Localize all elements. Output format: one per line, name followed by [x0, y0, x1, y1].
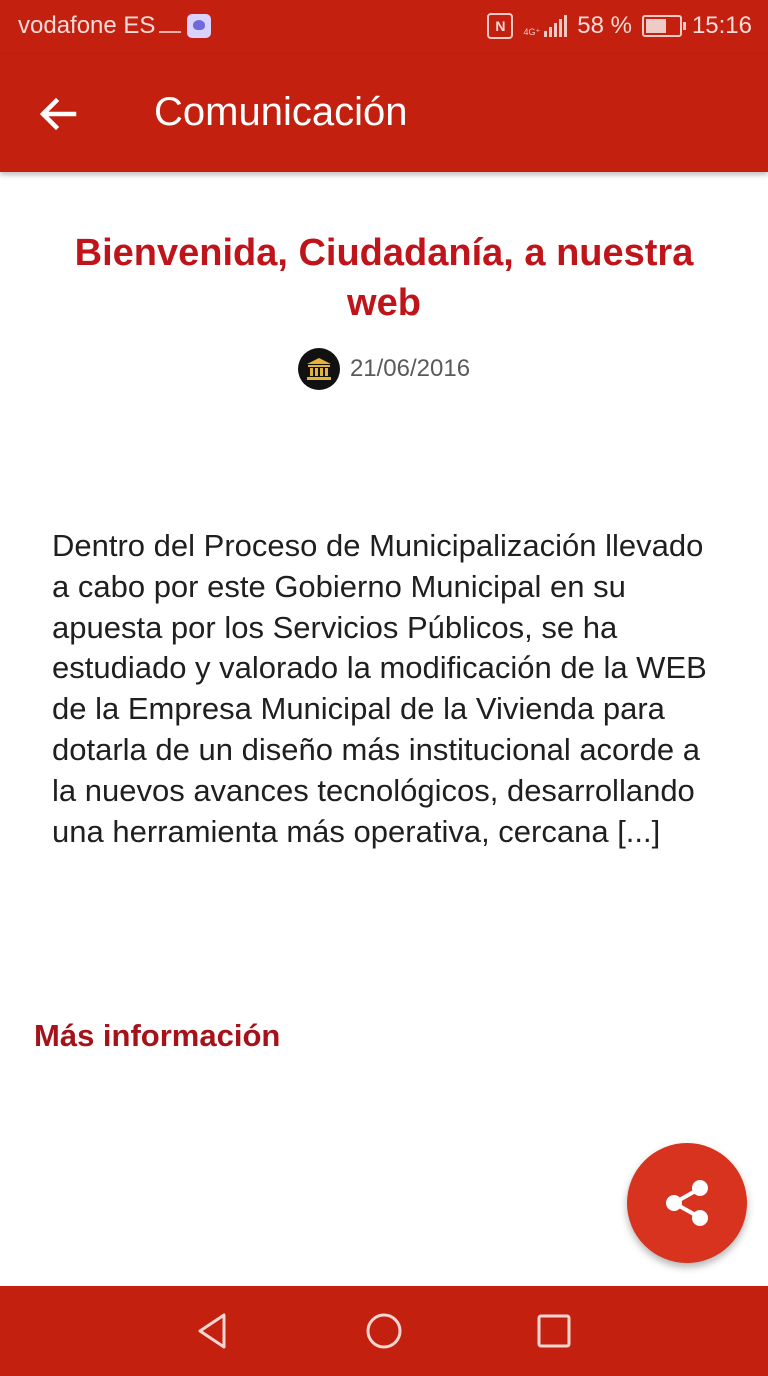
carrier-logo-icon — [159, 19, 182, 33]
article-title: Bienvenida, Ciudadanía, a nuestra web — [74, 232, 694, 324]
status-bar: vodafone ES N 4G⁺ 58 % 15:16 — [0, 0, 768, 54]
signal-icon: 4G⁺ — [523, 15, 568, 37]
clock: 15:16 — [691, 12, 752, 39]
nav-home-button[interactable] — [361, 1308, 407, 1354]
share-button[interactable] — [627, 1143, 747, 1263]
battery-percent: 58 % — [577, 12, 632, 39]
app-bar-title: Comunicación — [154, 90, 408, 134]
network-type: 4G⁺ — [523, 27, 541, 37]
back-button[interactable] — [32, 88, 84, 140]
circle-home-icon — [366, 1313, 402, 1349]
article-date: 21/06/2016 — [349, 355, 471, 382]
more-info-link[interactable]: Más información — [34, 1018, 280, 1054]
article-body: Dentro del Proceso de Municipalización l… — [52, 528, 707, 849]
share-icon — [666, 1180, 708, 1226]
arrow-left-icon — [39, 97, 77, 131]
nav-recents-button[interactable] — [531, 1308, 577, 1354]
article-meta: 21/06/2016 — [0, 348, 768, 390]
square-recents-icon — [537, 1314, 571, 1348]
bank-icon — [297, 348, 340, 390]
status-indicators: N 4G⁺ 58 % 15:16 — [487, 12, 752, 40]
notification-app-icon — [187, 14, 212, 38]
carrier-name: vodafone ES — [18, 12, 156, 39]
triangle-back-icon — [198, 1313, 226, 1349]
carrier-info: vodafone ES — [18, 12, 212, 40]
navigation-bar — [0, 1286, 768, 1376]
app-bar: Comunicación — [0, 54, 768, 172]
nav-back-button[interactable] — [190, 1308, 236, 1354]
battery-icon — [641, 15, 686, 37]
nfc-icon: N — [487, 13, 514, 39]
